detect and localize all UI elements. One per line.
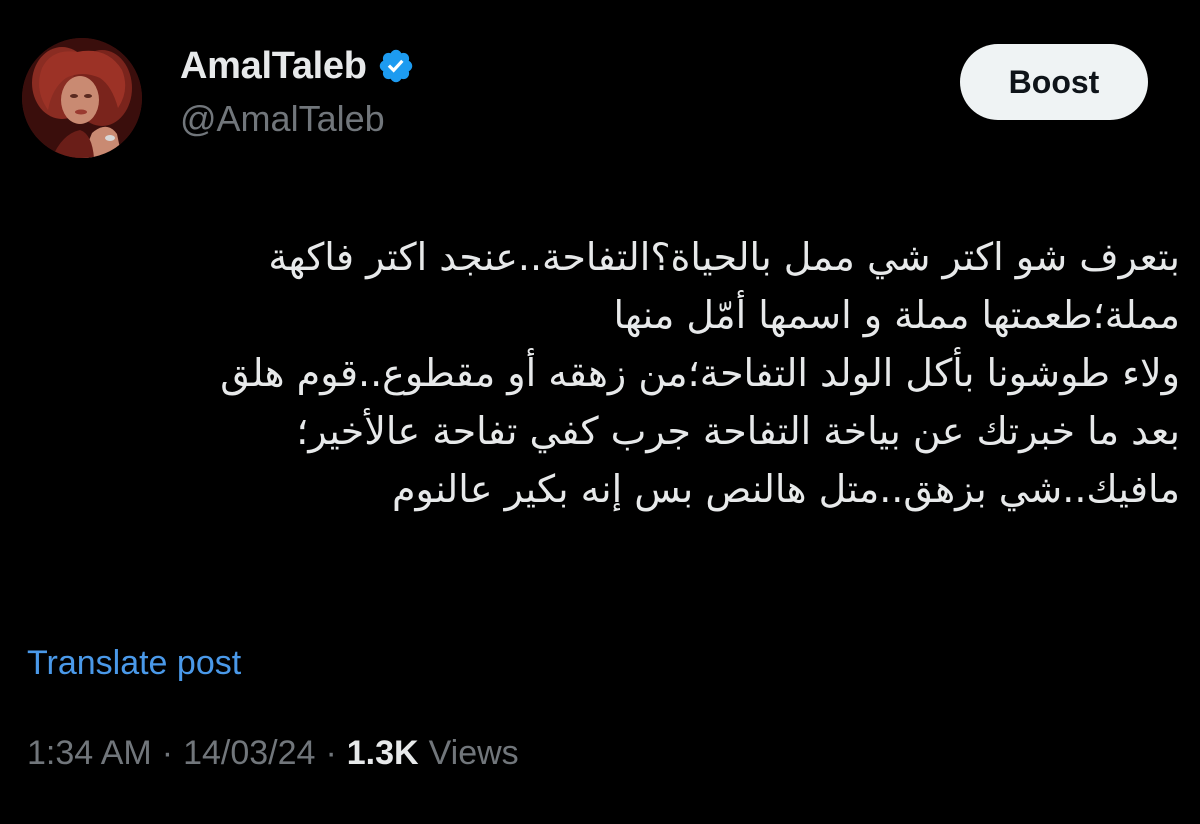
post-time[interactable]: 1:34 AM: [27, 734, 152, 773]
avatar[interactable]: [22, 38, 142, 158]
post-header: AmalTaleb @AmalTaleb Boost: [22, 38, 1182, 162]
translate-post-link[interactable]: Translate post: [27, 644, 241, 683]
post-text-line: مافيك..شي بزهق..متل هالنص بس إنه بكير عا…: [392, 467, 1180, 511]
boost-button[interactable]: Boost: [960, 44, 1148, 120]
author-handle[interactable]: @AmalTaleb: [180, 98, 415, 140]
post-text-line: مملة؛طعمتها مملة و اسمها أمّل منها: [613, 293, 1180, 337]
post-meta: 1:34 AM · 14/03/24 · 1.3K Views: [27, 734, 519, 773]
verified-badge-icon: [377, 47, 415, 85]
meta-separator: ·: [161, 734, 174, 772]
post-text-line: بعد ما خبرتك عن بياخة التفاحة جرب كفي تف…: [296, 409, 1180, 453]
post-text-line: ولاء طوشونا بأكل الولد التفاحة؛من زهقه أ…: [220, 351, 1180, 395]
author-display-name[interactable]: AmalTaleb: [180, 45, 367, 88]
post-date[interactable]: 14/03/24: [183, 734, 315, 773]
avatar-image: [22, 38, 142, 158]
post-text-line: بتعرف شو اكتر شي ممل بالحياة؟التفاحة..عن…: [268, 235, 1180, 279]
name-row: AmalTaleb: [180, 42, 415, 90]
post-text: بتعرف شو اكتر شي ممل بالحياة؟التفاحة..عن…: [20, 228, 1180, 518]
views-label: Views: [428, 734, 519, 772]
views-count[interactable]: 1.3K: [347, 734, 419, 773]
author-info: AmalTaleb @AmalTaleb: [180, 42, 415, 140]
meta-separator: ·: [325, 734, 337, 772]
